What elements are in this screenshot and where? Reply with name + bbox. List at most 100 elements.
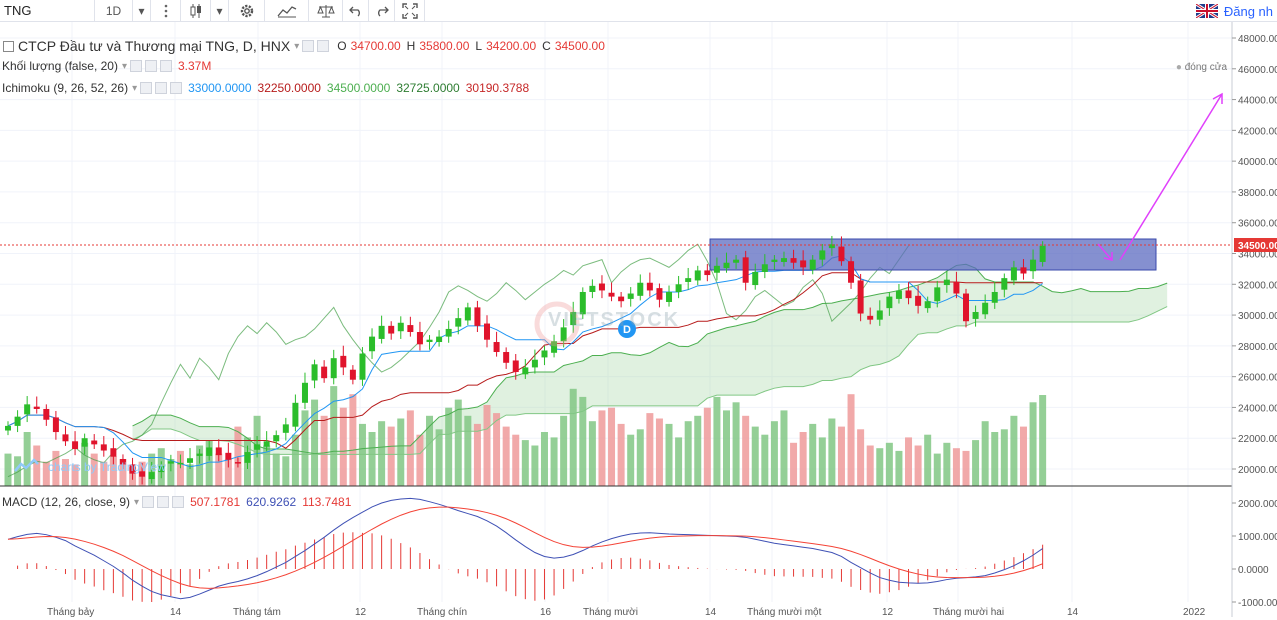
price-tick-label: 44000.00: [1238, 96, 1277, 107]
high-value: 35800.00: [419, 39, 470, 53]
open-label: O: [337, 39, 347, 53]
candle-body: [618, 296, 625, 302]
low-value: 34200.00: [486, 39, 537, 53]
volume-bar: [713, 396, 721, 486]
collapse-legend-icon[interactable]: [3, 40, 14, 52]
fullscreen-button[interactable]: [395, 0, 425, 22]
candle-body: [963, 293, 969, 322]
volume-bar: [387, 426, 395, 486]
volume-settings-icon[interactable]: [145, 60, 157, 72]
indicators-button[interactable]: [265, 0, 309, 22]
ichimoku-visibility-icon[interactable]: [140, 82, 153, 94]
volume-legend[interactable]: Khối lượng (false, 20) ▾ 3.37M: [2, 59, 211, 73]
candle-body: [474, 307, 481, 326]
candle-body: [426, 339, 433, 343]
candle-body: [598, 283, 605, 291]
visibility-icon[interactable]: [302, 40, 315, 52]
candle-body: [282, 424, 289, 433]
volume-bar: [397, 418, 405, 486]
series-dropdown-icon[interactable]: ▾: [294, 41, 299, 52]
volume-bar: [627, 434, 635, 486]
macd-legend[interactable]: MACD (12, 26, close, 9) ▾ 507.1781 620.9…: [2, 495, 351, 509]
symbol-input[interactable]: TNG: [0, 0, 95, 22]
candle-body: [301, 382, 308, 403]
candle-body: [780, 258, 787, 262]
candle-body: [1030, 259, 1037, 272]
span-b-value: 30190.3788: [465, 81, 530, 95]
candle-body: [5, 425, 11, 431]
candle-body: [589, 285, 596, 292]
candle-body: [905, 290, 912, 299]
candle-body: [292, 402, 299, 427]
undo-button[interactable]: [343, 0, 369, 22]
candle-body: [215, 447, 222, 456]
candle-icon: [190, 3, 201, 18]
volume-bar: [924, 434, 932, 486]
time-tick-label: 12: [882, 607, 894, 617]
interval-button[interactable]: 1D: [95, 0, 133, 22]
macd-close-icon[interactable]: [172, 496, 185, 508]
sign-in-link[interactable]: Đăng nh: [1224, 4, 1273, 19]
volume-bar: [799, 432, 807, 486]
price-tick-label: 20000.00: [1238, 465, 1277, 476]
candle-body: [503, 352, 510, 363]
status-dot-icon: ●: [1175, 62, 1182, 73]
candle-body: [685, 278, 692, 282]
volume-bar: [272, 453, 280, 486]
price-tick-label: 40000.00: [1238, 157, 1277, 168]
volume-visibility-icon[interactable]: [130, 60, 142, 72]
settings-button[interactable]: [229, 0, 265, 22]
volume-dropdown-icon[interactable]: ▾: [122, 61, 127, 72]
low-label: L: [475, 39, 483, 53]
span-a-value: 32725.0000: [396, 81, 460, 95]
resistance-zone-rectangle[interactable]: [709, 238, 1157, 271]
candle-body: [752, 271, 759, 286]
more-icon[interactable]: [151, 0, 181, 22]
ichimoku-close-icon[interactable]: [170, 82, 183, 94]
indicators-icon: [277, 5, 296, 17]
price-axis[interactable]: 48000.00 46000.00 44000.00 42000.00 40000.00…: [1232, 34, 1277, 476]
candle-body: [819, 250, 826, 260]
ichimoku-dropdown-icon[interactable]: ▾: [132, 83, 137, 94]
candle-body: [637, 282, 644, 296]
volume-bar: [876, 448, 884, 486]
ichimoku-legend[interactable]: Ichimoku (9, 26, 52, 26) ▾ 33000.0000 32…: [2, 81, 529, 95]
volume-bar: [435, 429, 443, 486]
price-tick-label: 30000.00: [1238, 311, 1277, 322]
candle-body: [943, 279, 950, 286]
svg-text:VIETSTOCK: VIETSTOCK: [548, 309, 680, 331]
chart-style-dropdown-icon[interactable]: ▾: [211, 0, 229, 22]
ichimoku-settings-icon[interactable]: [155, 82, 168, 94]
volume-bar: [608, 407, 616, 486]
interval-dropdown-icon[interactable]: ▾: [133, 0, 151, 22]
price-tick-label: 48000.00: [1238, 34, 1277, 45]
candle-body: [1010, 267, 1017, 281]
top-toolbar: TNG 1D ▾ ▾ Đăng nh: [0, 0, 1277, 22]
main-series-legend[interactable]: CTCP Đầu tư và Thương mại TNG, D, HNX ▾ …: [0, 38, 605, 54]
volume-bar: [742, 415, 750, 486]
macd-visibility-icon[interactable]: [142, 496, 155, 508]
chart-canvas[interactable]: 48000.00 46000.00 44000.00 42000.00 40000.00…: [0, 22, 1277, 618]
volume-bar: [818, 437, 826, 486]
volume-bar: [33, 445, 41, 486]
volume-close-icon[interactable]: [160, 60, 172, 72]
compare-button[interactable]: [309, 0, 343, 22]
symbol-text: TNG: [4, 3, 32, 18]
chart-style-button[interactable]: [181, 0, 211, 22]
volume-bar: [665, 423, 673, 486]
redo-button[interactable]: [369, 0, 395, 22]
settings-icon[interactable]: [317, 40, 330, 52]
macd-name: MACD (12, 26, close, 9): [2, 495, 131, 509]
uk-flag-icon[interactable]: [1195, 4, 1218, 18]
volume-bar: [694, 415, 702, 486]
macd-dropdown-icon[interactable]: ▾: [134, 497, 139, 508]
candle-body: [848, 261, 855, 283]
ichimoku-name: Ichimoku (9, 26, 52, 26): [2, 81, 129, 95]
candle-body: [359, 353, 366, 380]
chart-area[interactable]: 48000.00 46000.00 44000.00 42000.00 40000.00…: [0, 22, 1277, 618]
macd-settings-icon[interactable]: [157, 496, 170, 508]
time-tick-label: 14: [705, 607, 717, 617]
candle-body: [225, 452, 232, 460]
candle-body: [1020, 267, 1027, 274]
time-tick-label: Tháng chín: [417, 607, 467, 617]
